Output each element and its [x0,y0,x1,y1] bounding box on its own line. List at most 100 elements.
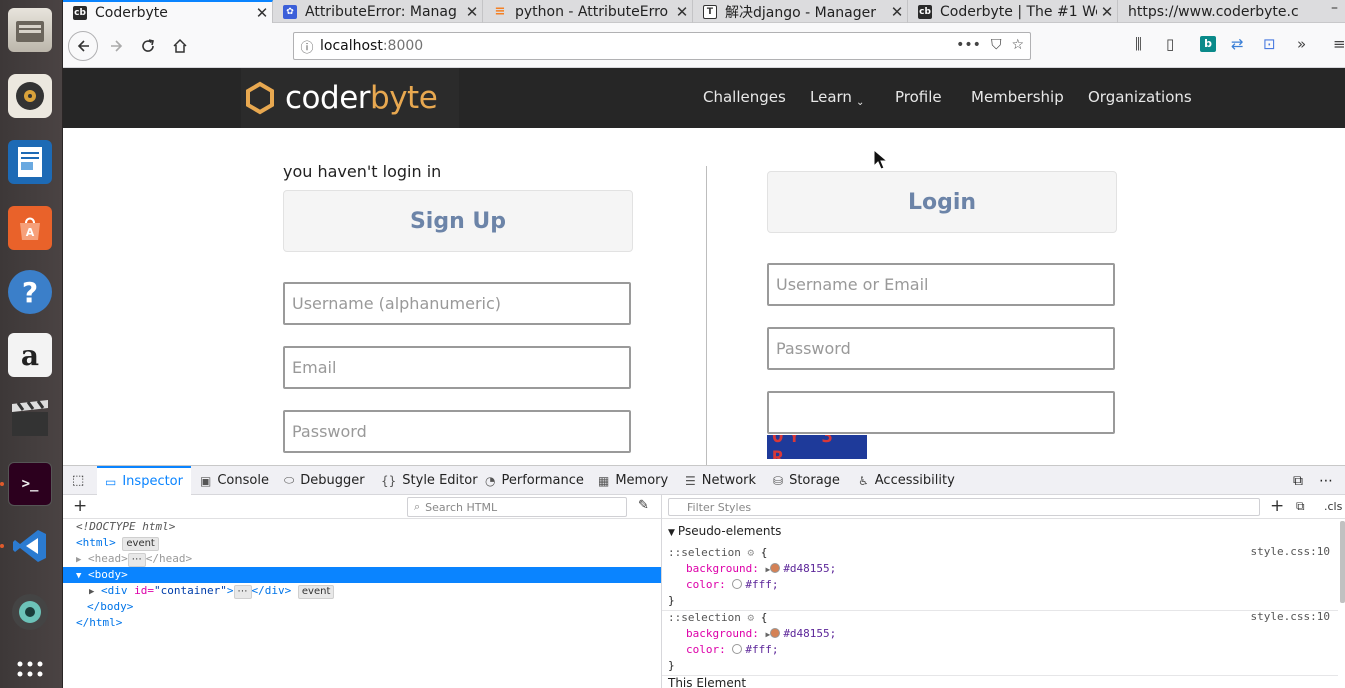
tab-coderbyte-home[interactable]: cb Coderbyte | The #1 We ✕ [908,0,1118,23]
tab-storage[interactable]: ⛁ Storage [773,466,840,495]
show-apps-icon[interactable] [8,652,52,688]
color-swatch[interactable] [732,579,743,589]
google-translate-icon[interactable]: ⊡ [1263,35,1276,53]
video-editor-icon[interactable] [8,396,52,440]
nav-learn[interactable]: Learn ⌄ [810,88,864,108]
tab-coderbyte[interactable]: cb Coderbyte ✕ [63,0,273,23]
amazon-icon[interactable]: a [8,333,52,377]
writer-app-icon[interactable] [8,140,52,184]
close-tab-icon[interactable]: ✕ [1097,3,1117,21]
tab-debugger[interactable]: ⬭ Debugger [284,466,365,495]
value-color[interactable]: #fff; [745,643,778,656]
rule-gear-icon[interactable]: ⚙ [747,546,754,559]
search-html-input[interactable]: ⌕ Search HTML [407,497,627,517]
login-password-input[interactable]: Password [767,327,1115,370]
value-color[interactable]: #fff; [745,578,778,591]
value-background[interactable]: #d48155; [783,627,836,640]
reload-button[interactable] [134,32,162,60]
rule-source-link[interactable]: style.css:10 [1251,545,1330,558]
vscode-icon[interactable] [8,524,52,568]
tree-node-body-close[interactable]: </body> [63,599,661,615]
files-app-icon[interactable] [8,8,52,52]
overflow-menu-icon[interactable]: » [1297,35,1306,53]
forward-button[interactable] [103,32,131,60]
pseudo-elements-header[interactable]: ▼ Pseudo-elements [662,520,1338,542]
tab-console[interactable]: ▣ Console [200,466,269,495]
prop-color[interactable]: color: [686,643,726,656]
this-element-header[interactable]: This Element [662,676,1338,688]
site-info-icon[interactable]: ⓘ [294,37,320,56]
tree-node-doctype[interactable]: <!DOCTYPE html> [63,519,661,535]
tree-node-div-container[interactable]: ▶ <div id="container"> ⋯ </div> event [63,583,661,599]
tree-node-html[interactable]: <html> event [63,535,661,551]
color-swatch[interactable] [770,563,781,573]
close-tab-icon[interactable]: ✕ [672,3,692,21]
login-username-input[interactable]: Username or Email [767,263,1115,306]
close-tab-icon[interactable]: ✕ [887,3,907,21]
signup-password-input[interactable]: Password [283,410,631,453]
devtools-menu-icon[interactable]: ⋯ [1319,466,1333,495]
home-button[interactable] [166,32,194,60]
window-minimize-icon[interactable]: – [1331,0,1345,23]
sidebar-icon[interactable]: ▯ [1166,35,1174,53]
tab-django-manager[interactable]: T 解决django - Manager ✕ [693,0,908,23]
signup-username-input[interactable]: Username (alphanumeric) [283,282,631,325]
head-collapsed-badge[interactable]: ⋯ [127,553,146,567]
sign-up-button[interactable]: Sign Up [283,190,633,252]
webcam-app-icon[interactable] [8,590,52,634]
div-collapsed-badge[interactable]: ⋯ [233,585,252,599]
dock-mode-icon[interactable]: ⧉ [1293,466,1303,495]
cls-toggle-button[interactable]: .cls [1324,500,1342,513]
translate-extension-icon[interactable]: ⇄ [1231,35,1244,53]
close-tab-icon[interactable]: ✕ [462,3,482,21]
site-logo[interactable]: coderbyte [241,68,459,128]
rule-gear-icon[interactable]: ⚙ [747,611,754,624]
expand-head-icon[interactable]: ▶ [76,555,81,565]
tab-network[interactable]: ☰ Network [685,466,756,495]
add-rule-icon[interactable]: + [1270,496,1284,516]
nav-challenges[interactable]: Challenges [703,88,786,106]
eyedropper-icon[interactable]: ✎ [638,498,649,513]
url-bar[interactable]: ⓘ localhost:8000 ••• ⛉ ☆ [293,32,1031,60]
nav-organizations[interactable]: Organizations [1088,88,1192,106]
bing-extension-icon[interactable]: b [1200,36,1216,52]
login-button[interactable]: Login [767,171,1117,233]
prop-background[interactable]: background: [686,627,759,640]
signup-email-input[interactable]: Email [283,346,631,389]
tab-coderbyte-url[interactable]: https://www.coderbyte.c [1118,0,1328,23]
prop-background[interactable]: background: [686,562,759,575]
rhythmbox-app-icon[interactable] [8,74,52,118]
back-button[interactable] [68,31,98,61]
tab-memory[interactable]: ▦ Memory [598,466,668,495]
event-badge[interactable]: event [297,585,335,599]
tab-performance[interactable]: ◔ Performance [485,466,584,495]
element-picker-icon[interactable]: ⬚ [72,466,84,495]
pocket-icon[interactable]: ⛉ [991,37,1002,53]
event-badge[interactable]: event [122,537,159,551]
tab-style-editor[interactable]: {} Style Editor [381,466,478,495]
library-icon[interactable]: ⫼ [1135,35,1142,53]
tree-node-html-close[interactable]: </html> [63,615,661,631]
page-actions-icon[interactable]: ••• [956,37,981,53]
color-swatch[interactable] [770,628,781,638]
software-center-icon[interactable]: A [8,206,52,250]
close-tab-icon[interactable]: ✕ [252,4,272,22]
rule-source-link[interactable]: style.css:10 [1251,610,1330,623]
hamburger-menu-icon[interactable]: ≡ [1333,35,1345,53]
toggle-pseudo-classes-icon[interactable]: ⧉ [1296,499,1305,514]
prop-color[interactable]: color: [686,578,726,591]
tab-inspector[interactable]: ▭ Inspector [97,466,191,495]
filter-styles-input[interactable]: Filter Styles [668,498,1260,516]
collapse-body-icon[interactable]: ▼ [76,571,81,581]
bookmark-star-icon[interactable]: ☆ [1011,37,1024,53]
value-background[interactable]: #d48155; [783,562,836,575]
tree-node-head[interactable]: ▶ <head> ⋯ </head> [63,551,661,567]
nav-membership[interactable]: Membership [971,88,1064,106]
nav-profile[interactable]: Profile [895,88,942,106]
terminal-icon[interactable]: >_ [8,462,52,506]
tab-python-attributeerror[interactable]: ≡ python - AttributeErro ✕ [483,0,693,23]
help-icon[interactable]: ? [8,270,52,314]
color-swatch[interactable] [732,644,743,654]
tab-accessibility[interactable]: ♿ Accessibility [858,466,955,495]
expand-div-icon[interactable]: ▶ [89,587,94,597]
